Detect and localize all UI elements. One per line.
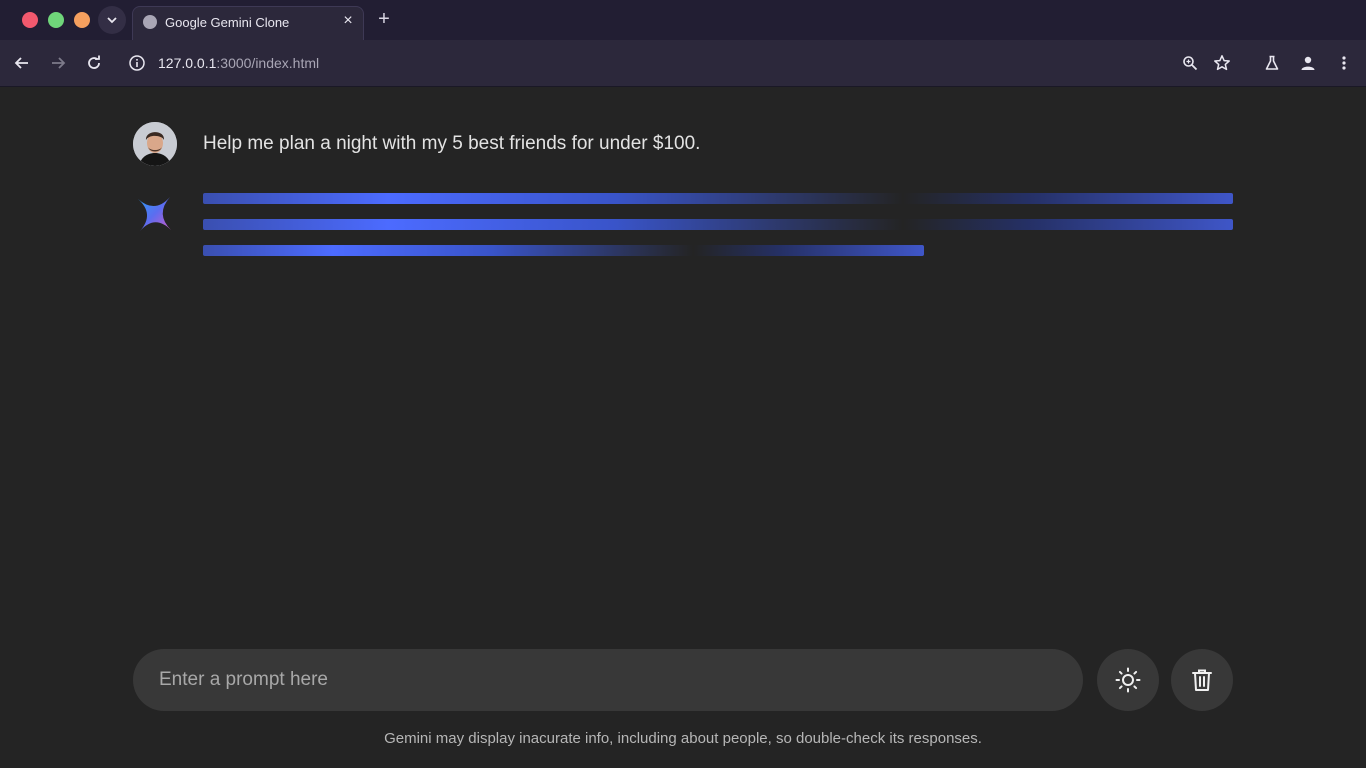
forward-button[interactable] xyxy=(47,52,69,74)
disclaimer-text: Gemini may display inacurate info, inclu… xyxy=(384,730,982,747)
profile-button[interactable] xyxy=(1297,52,1319,74)
more-vert-icon xyxy=(1342,56,1346,70)
sun-icon xyxy=(1115,667,1141,693)
tab-list-button[interactable] xyxy=(98,6,126,34)
window-minimize-button[interactable] xyxy=(48,12,64,28)
labs-button[interactable] xyxy=(1261,52,1283,74)
zoom-icon xyxy=(1183,56,1198,71)
bookmark-button[interactable] xyxy=(1211,52,1233,74)
loading-bar xyxy=(203,245,924,256)
arrow-right-icon xyxy=(52,57,66,69)
zoom-button[interactable] xyxy=(1179,52,1201,74)
loading-bar xyxy=(203,219,1233,230)
back-button[interactable] xyxy=(11,52,33,74)
window-maximize-button[interactable] xyxy=(74,12,90,28)
chevron-down-icon xyxy=(107,17,117,24)
url-path: :3000/index.html xyxy=(216,55,320,71)
browser-tab[interactable]: Google Gemini Clone × xyxy=(132,6,364,40)
new-tab-button[interactable]: + xyxy=(374,9,394,29)
flask-icon xyxy=(1265,55,1279,70)
tab-close-button[interactable]: × xyxy=(339,12,357,30)
tab-title: Google Gemini Clone xyxy=(165,15,290,30)
browser-toolbar: 127.0.0.1:3000/index.html xyxy=(0,40,1366,87)
window-close-button[interactable] xyxy=(22,12,38,28)
url-host: 127.0.0.1 xyxy=(158,55,217,71)
address-bar[interactable]: 127.0.0.1:3000/index.html xyxy=(158,55,319,71)
globe-icon xyxy=(143,15,157,29)
gemini-logo-icon xyxy=(138,197,171,231)
loading-bar xyxy=(203,193,1233,204)
user-avatar xyxy=(133,122,177,166)
reload-button[interactable] xyxy=(83,52,105,74)
arrow-left-icon xyxy=(14,57,28,69)
person-icon xyxy=(1301,56,1315,70)
prompt-box xyxy=(133,649,1083,711)
reload-icon xyxy=(88,55,100,69)
browser-tab-bar: Google Gemini Clone × + xyxy=(0,0,1366,40)
info-icon[interactable] xyxy=(128,54,146,72)
star-icon xyxy=(1214,55,1230,71)
prompt-input[interactable] xyxy=(159,649,1059,711)
delete-chats-button[interactable] xyxy=(1171,649,1233,711)
theme-toggle-button[interactable] xyxy=(1097,649,1159,711)
trash-icon xyxy=(1192,669,1212,691)
menu-button[interactable] xyxy=(1333,52,1355,74)
user-message: Help me plan a night with my 5 best frie… xyxy=(203,133,701,154)
chat-page: Help me plan a night with my 5 best frie… xyxy=(0,87,1366,768)
